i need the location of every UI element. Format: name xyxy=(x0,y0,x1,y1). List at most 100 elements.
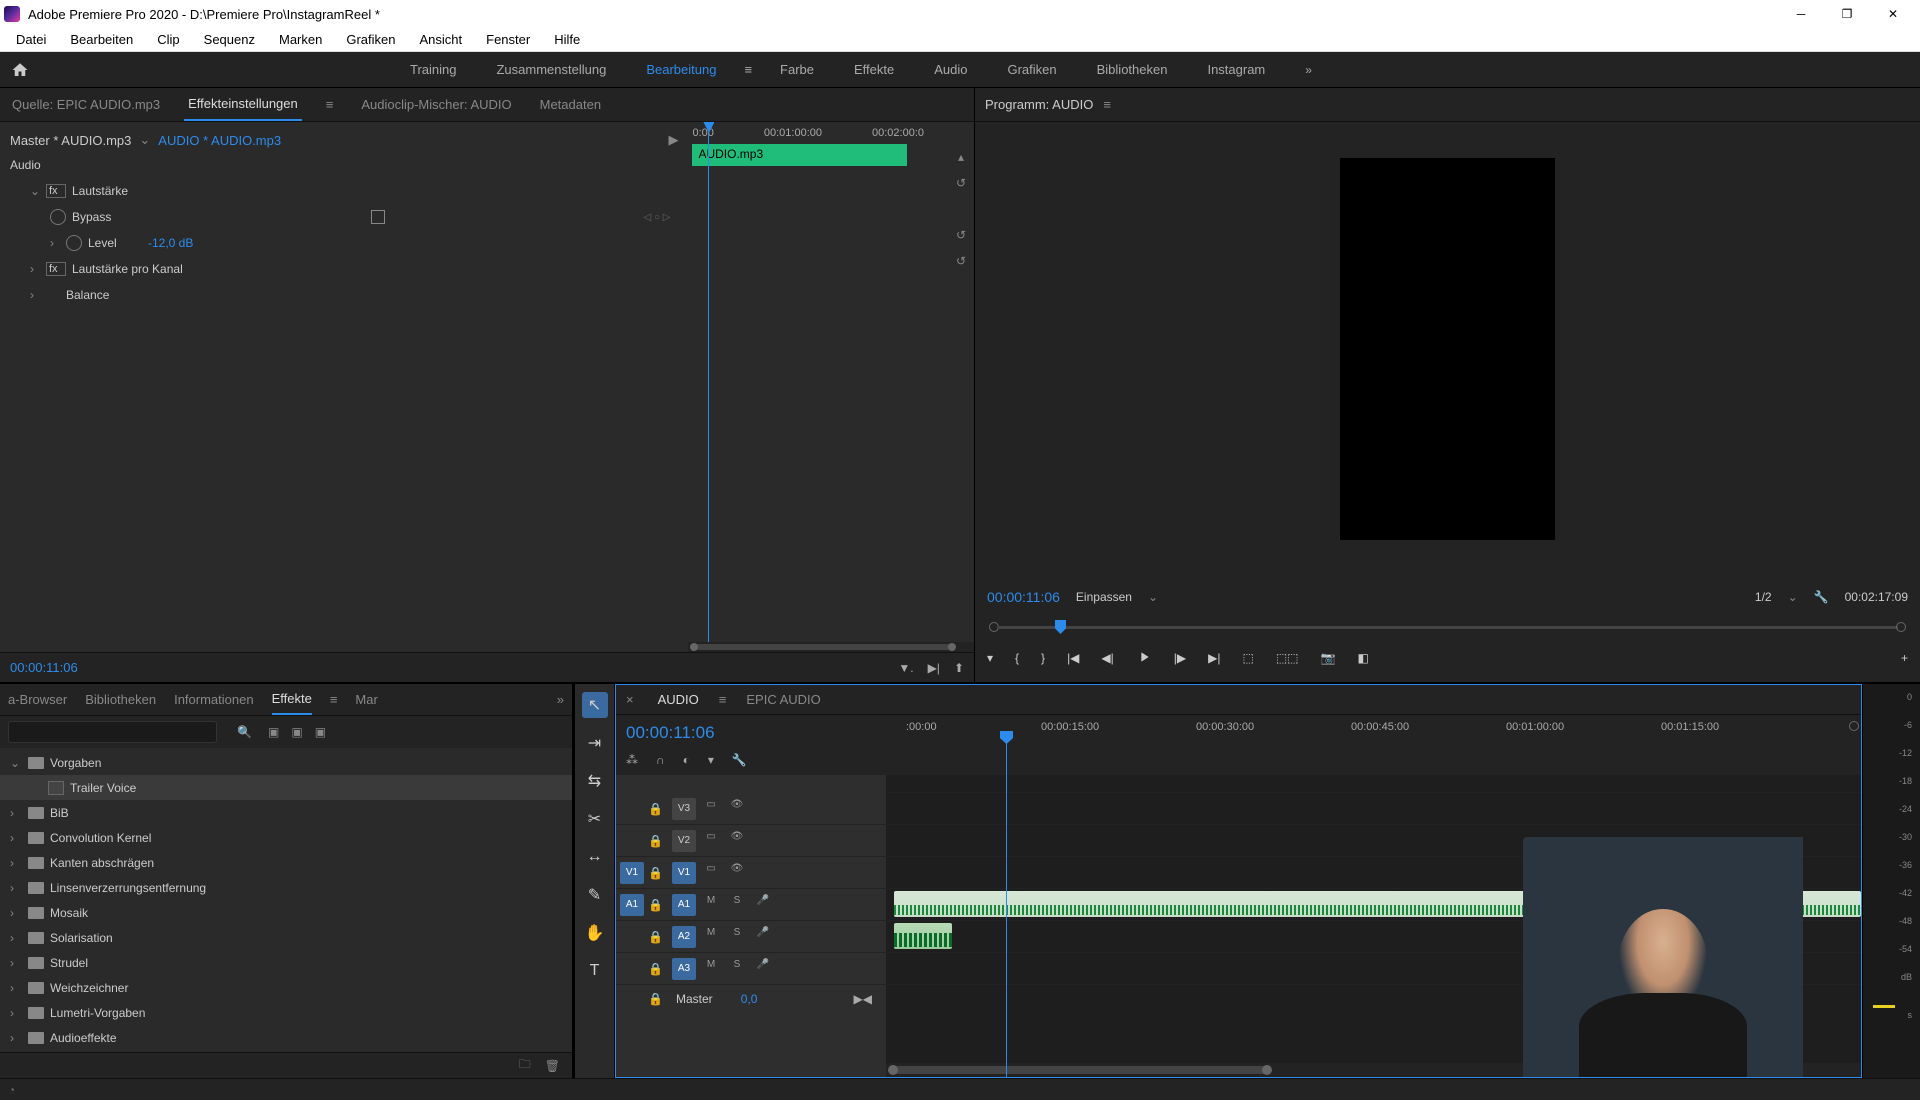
ec-timecode[interactable]: 00:00:11:06 xyxy=(10,660,78,675)
marker-icon[interactable]: ▾ xyxy=(987,651,993,665)
snapshot-icon[interactable]: 📷 xyxy=(1321,651,1336,665)
voice-record-icon[interactable]: 🎤 xyxy=(752,959,774,979)
mute-button[interactable]: M xyxy=(700,959,722,979)
expand-icon[interactable]: ⌄ xyxy=(10,756,22,770)
selection-tool[interactable]: ↖ xyxy=(582,692,608,718)
workspace-farbe[interactable]: Farbe xyxy=(760,52,834,87)
stopwatch-icon[interactable] xyxy=(50,209,66,225)
tree-lumetri[interactable]: Lumetri-Vorgaben xyxy=(50,1006,145,1020)
comparison-icon[interactable]: ◧ xyxy=(1357,651,1368,665)
type-tool[interactable]: T xyxy=(582,958,608,984)
export-icon[interactable]: ⬆ xyxy=(954,661,964,675)
play-only-icon[interactable]: ▶| xyxy=(928,661,940,675)
toggle-output-icon[interactable]: ▭ xyxy=(700,831,722,851)
reset-icon[interactable]: ↺ xyxy=(948,222,974,248)
timeline-playhead-line[interactable] xyxy=(1006,775,1007,1077)
chevron-down-icon[interactable]: ⌄ xyxy=(1788,590,1798,604)
timeline-timecode[interactable]: 00:00:11:06 xyxy=(626,723,876,743)
expand-icon[interactable]: › xyxy=(10,981,22,995)
solo-button[interactable]: S xyxy=(726,895,748,915)
track-a1[interactable]: A1 xyxy=(672,894,696,916)
program-fit-dropdown[interactable]: Einpassen xyxy=(1076,590,1132,604)
stopwatch-icon[interactable] xyxy=(66,235,82,251)
workspace-bearbeitung[interactable]: Bearbeitung xyxy=(626,52,736,87)
program-tab[interactable]: Programm: AUDIO xyxy=(985,97,1093,112)
go-to-out-icon[interactable]: ▶| xyxy=(1208,651,1220,665)
play-indicator-icon[interactable]: ▶ xyxy=(668,132,678,148)
track-v3[interactable]: V3 xyxy=(672,798,696,820)
source-v1[interactable]: V1 xyxy=(620,862,644,884)
lock-icon[interactable]: 🔒 xyxy=(648,992,668,1006)
ec-level-value[interactable]: -12,0 dB xyxy=(148,236,268,250)
expand-toggle[interactable]: › xyxy=(30,288,46,302)
tree-linsen[interactable]: Linsenverzerrungsentfernung xyxy=(50,881,206,895)
tab-bibliotheken[interactable]: Bibliotheken xyxy=(85,692,156,707)
master-value[interactable]: 0,0 xyxy=(741,992,758,1006)
maximize-button[interactable]: ❐ xyxy=(1824,0,1870,28)
timeline-tab-epic[interactable]: EPIC AUDIO xyxy=(742,686,824,713)
ec-ruler[interactable]: 0:00 00:01:00:00 00:02:00:0 xyxy=(688,122,974,144)
menu-clip[interactable]: Clip xyxy=(145,29,191,50)
expand-icon[interactable]: › xyxy=(10,956,22,970)
tab-mar[interactable]: Mar xyxy=(355,692,377,707)
timeline-tab-audio[interactable]: AUDIO xyxy=(654,686,703,713)
workspace-bibliotheken[interactable]: Bibliotheken xyxy=(1077,52,1188,87)
add-button[interactable]: + xyxy=(1901,651,1908,665)
lock-icon[interactable]: 🔒 xyxy=(648,802,668,816)
effects-search-input[interactable] xyxy=(8,721,217,743)
timeline-menu-icon[interactable]: ≡ xyxy=(719,692,727,707)
tree-bib[interactable]: BiB xyxy=(50,806,69,820)
step-forward-icon[interactable]: |▶ xyxy=(1174,651,1186,665)
lock-icon[interactable]: 🔒 xyxy=(648,930,668,944)
track-v1[interactable]: V1 xyxy=(672,862,696,884)
delete-icon[interactable]: 🗑 xyxy=(545,1059,560,1073)
expand-toggle[interactable]: ⌄ xyxy=(30,184,46,198)
chevron-down-icon[interactable]: ⌄ xyxy=(1148,590,1158,604)
tab-audioclip-mischer[interactable]: Audioclip-Mischer: AUDIO xyxy=(357,89,515,120)
tab-effekteinstellungen[interactable]: Effekteinstellungen xyxy=(184,88,302,121)
source-a1[interactable]: A1 xyxy=(620,894,644,916)
menu-sequenz[interactable]: Sequenz xyxy=(192,29,267,50)
menu-marken[interactable]: Marken xyxy=(267,29,334,50)
tree-audioeffekte[interactable]: Audioeffekte xyxy=(50,1031,117,1045)
lock-icon[interactable]: 🔒 xyxy=(648,898,668,912)
toggle-output-icon[interactable]: ▭ xyxy=(700,799,722,819)
mute-button[interactable]: M xyxy=(700,895,722,915)
ec-clip-label[interactable]: AUDIO * AUDIO.mp3 xyxy=(158,133,281,148)
program-menu-icon[interactable]: ≡ xyxy=(1103,97,1111,112)
search-icon[interactable]: 🔍 xyxy=(237,725,252,739)
track-a2[interactable]: A2 xyxy=(672,926,696,948)
workspace-audio[interactable]: Audio xyxy=(914,52,987,87)
tree-trailer-voice[interactable]: Trailer Voice xyxy=(70,781,136,795)
workspace-effekte[interactable]: Effekte xyxy=(834,52,914,87)
marker-add-icon[interactable]: ◐ xyxy=(683,753,690,767)
tab-menu-icon[interactable]: ≡ xyxy=(330,692,338,707)
snap-icon[interactable]: ⁂ xyxy=(626,753,638,767)
menu-hilfe[interactable]: Hilfe xyxy=(542,29,592,50)
ec-hscroll[interactable] xyxy=(688,642,974,652)
tree-solarisation[interactable]: Solarisation xyxy=(50,931,113,945)
program-zoom-dropdown[interactable]: 1/2 xyxy=(1755,590,1772,604)
settings-wrench-icon[interactable]: 🔧 xyxy=(732,753,747,767)
close-button[interactable]: ✕ xyxy=(1870,0,1916,28)
program-timecode[interactable]: 00:00:11:06 xyxy=(987,589,1060,605)
expand-icon[interactable]: › xyxy=(10,856,22,870)
lock-icon[interactable]: 🔒 xyxy=(648,962,668,976)
tab-informationen[interactable]: Informationen xyxy=(174,692,254,707)
chevron-down-icon[interactable]: ⌄ xyxy=(139,132,150,148)
tab-metadaten[interactable]: Metadaten xyxy=(536,89,605,120)
razor-tool[interactable]: ✂ xyxy=(582,806,608,832)
fx-badge[interactable]: fx xyxy=(46,262,66,276)
menu-ansicht[interactable]: Ansicht xyxy=(407,29,474,50)
tab-quelle[interactable]: Quelle: EPIC AUDIO.mp3 xyxy=(8,89,164,120)
timeline-playhead-head[interactable] xyxy=(1000,731,1013,744)
expand-icon[interactable]: › xyxy=(10,906,22,920)
expand-icon[interactable]: › xyxy=(10,1006,22,1020)
settings-wrench-icon[interactable]: 🔧 xyxy=(1814,590,1829,604)
tab-browser[interactable]: a-Browser xyxy=(8,692,67,707)
menu-datei[interactable]: Datei xyxy=(4,29,58,50)
workspace-overflow-icon[interactable]: » xyxy=(1285,53,1332,87)
play-button[interactable] xyxy=(1136,649,1152,668)
tree-convolution[interactable]: Convolution Kernel xyxy=(50,831,151,845)
collapse-icon[interactable]: ▴ xyxy=(948,144,974,170)
